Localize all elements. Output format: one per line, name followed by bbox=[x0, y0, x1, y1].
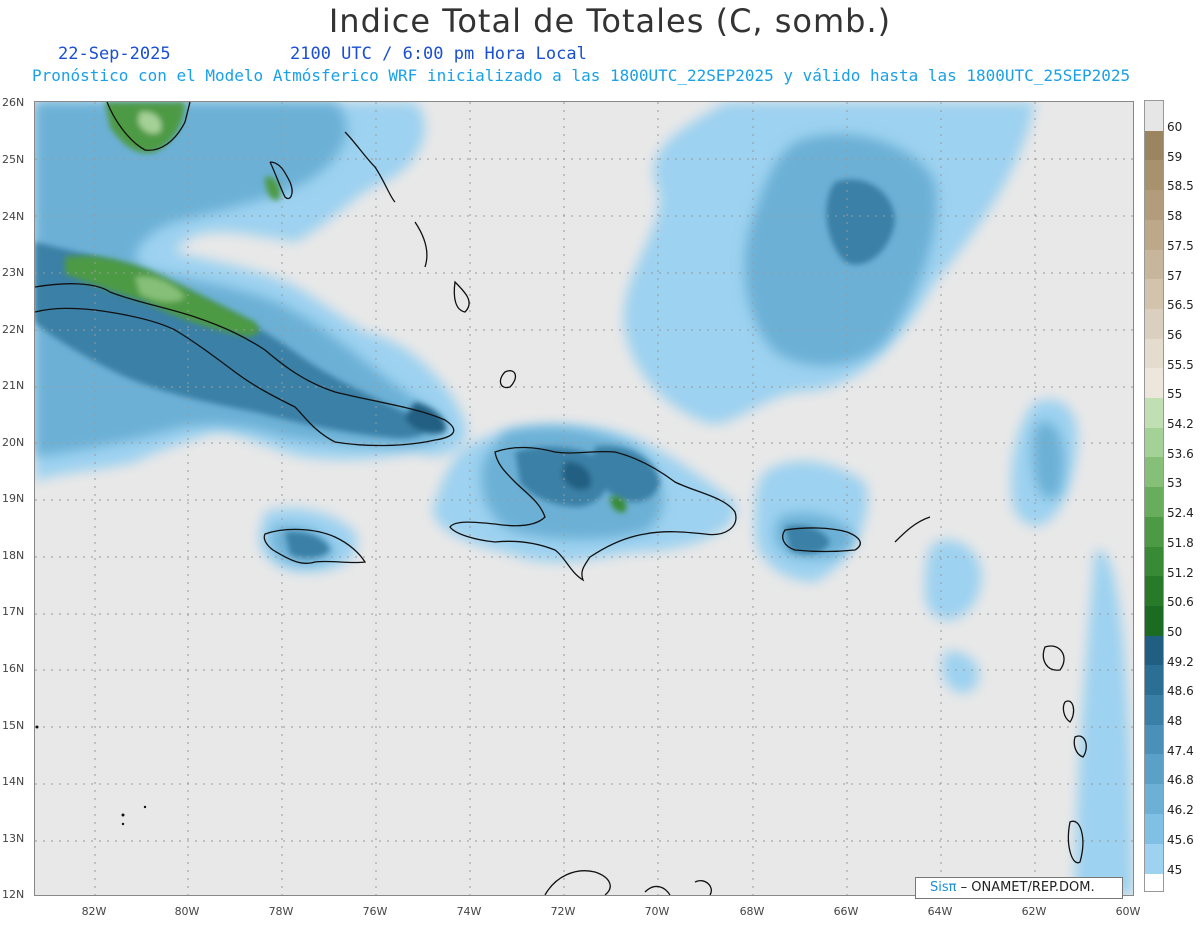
color-scale-label: 46.2 bbox=[1167, 803, 1194, 818]
map-field bbox=[35, 102, 1133, 895]
color-scale-label: 53.6 bbox=[1167, 446, 1194, 461]
lat-label: 19N bbox=[2, 492, 25, 505]
lat-label: 13N bbox=[2, 832, 25, 845]
lon-label: 62W bbox=[1021, 905, 1047, 918]
lon-label: 66W bbox=[833, 905, 859, 918]
color-scale-segment bbox=[1145, 546, 1163, 577]
color-scale-segment bbox=[1145, 398, 1163, 429]
color-scale-segment bbox=[1145, 457, 1163, 488]
lon-label: 60W bbox=[1115, 905, 1141, 918]
color-scale-segment bbox=[1145, 843, 1163, 874]
color-scale-segment bbox=[1145, 784, 1163, 815]
color-scale-label: 45.6 bbox=[1167, 832, 1194, 847]
credit-box: Sisπ – ONAMET/REP.DOM. bbox=[915, 877, 1123, 899]
color-scale-segment bbox=[1145, 338, 1163, 369]
color-scale-label: 60 bbox=[1167, 120, 1183, 134]
lat-label: 18N bbox=[2, 549, 25, 562]
color-scale-segment bbox=[1145, 190, 1163, 221]
color-scale-label: 45 bbox=[1167, 862, 1183, 877]
lat-label: 20N bbox=[2, 436, 25, 449]
island-dots bbox=[35, 725, 147, 826]
color-scale-label: 57.5 bbox=[1167, 238, 1194, 253]
forecast-time: 2100 UTC / 6:00 pm Hora Local bbox=[290, 44, 587, 64]
color-scale-segment bbox=[1145, 427, 1163, 458]
color-scale-label: 54.2 bbox=[1167, 417, 1194, 431]
color-scale-label: 58 bbox=[1167, 209, 1183, 224]
color-scale-segment bbox=[1145, 279, 1163, 310]
color-scale-segment bbox=[1145, 695, 1163, 726]
color-scale-label: 49.2 bbox=[1167, 654, 1194, 669]
color-scale-label: 56 bbox=[1167, 327, 1183, 342]
color-scale-segment bbox=[1145, 487, 1163, 518]
lon-label: 64W bbox=[927, 905, 953, 918]
color-scale-label: 57 bbox=[1167, 268, 1183, 283]
credit-text: – ONAMET/REP.DOM. bbox=[960, 880, 1095, 895]
weather-map bbox=[34, 101, 1134, 896]
lat-label: 22N bbox=[2, 323, 25, 336]
lat-label: 23N bbox=[2, 266, 25, 279]
lat-label: 24N bbox=[2, 210, 25, 223]
lon-label: 78W bbox=[268, 905, 294, 918]
color-scale-segment bbox=[1145, 249, 1163, 280]
color-scale-label: 50 bbox=[1167, 624, 1183, 639]
color-scale-label: 52.4 bbox=[1167, 506, 1194, 521]
lon-label: 80W bbox=[174, 905, 200, 918]
model-run-info: Pronóstico con el Modelo Atmósferico WRF… bbox=[32, 66, 1131, 85]
color-scale-label: 46.8 bbox=[1167, 773, 1194, 788]
sispi-logo: Sisπ bbox=[930, 880, 957, 895]
color-scale-bar bbox=[1144, 100, 1164, 892]
color-scale-segment bbox=[1145, 724, 1163, 755]
color-scale-label: 48 bbox=[1167, 714, 1183, 728]
color-scale-segment bbox=[1145, 308, 1163, 340]
forecast-date: 22-Sep-2025 bbox=[58, 44, 171, 64]
lon-label: 68W bbox=[739, 905, 765, 918]
lon-label: 74W bbox=[456, 905, 482, 918]
color-scale-label: 55.5 bbox=[1167, 357, 1194, 372]
color-scale-segment bbox=[1145, 516, 1163, 547]
lat-label: 12N bbox=[2, 888, 25, 901]
color-scale-segment bbox=[1145, 130, 1163, 161]
lat-label: 14N bbox=[2, 775, 25, 788]
lat-label: 17N bbox=[2, 605, 25, 618]
color-scale-segment bbox=[1145, 665, 1163, 696]
lon-label: 82W bbox=[81, 905, 107, 918]
color-scale-label: 55 bbox=[1167, 387, 1183, 402]
color-scale-segment bbox=[1145, 101, 1163, 132]
color-scale-label: 58.5 bbox=[1167, 179, 1194, 194]
color-scale-label: 51.8 bbox=[1167, 535, 1194, 550]
color-scale-label: 53 bbox=[1167, 476, 1183, 491]
color-scale-label: 48.6 bbox=[1167, 684, 1194, 699]
color-scale-segment bbox=[1145, 605, 1163, 637]
color-scale-label: 47.4 bbox=[1167, 743, 1194, 758]
lat-label: 16N bbox=[2, 662, 25, 675]
color-scale-label: 59 bbox=[1167, 149, 1183, 164]
lat-label: 15N bbox=[2, 719, 25, 732]
color-scale-label: 50.6 bbox=[1167, 595, 1194, 610]
color-scale-segment bbox=[1145, 754, 1163, 785]
color-scale-segment bbox=[1145, 813, 1163, 844]
color-scale-segment bbox=[1145, 635, 1163, 666]
color-scale-label: 51.2 bbox=[1167, 565, 1194, 580]
color-scale-segment bbox=[1145, 219, 1163, 250]
lon-label: 72W bbox=[550, 905, 576, 918]
color-scale-segment bbox=[1145, 368, 1163, 399]
color-scale-segment bbox=[1145, 160, 1163, 191]
lon-label: 70W bbox=[644, 905, 670, 918]
lon-label: 76W bbox=[362, 905, 388, 918]
lat-label: 25N bbox=[2, 153, 25, 166]
color-scale-segment bbox=[1145, 576, 1163, 607]
lat-label: 21N bbox=[2, 379, 25, 392]
lat-label: 26N bbox=[2, 96, 25, 109]
map-title: Indice Total de Totales (C, somb.) bbox=[328, 2, 892, 40]
color-scale-label: 56.5 bbox=[1167, 298, 1194, 313]
